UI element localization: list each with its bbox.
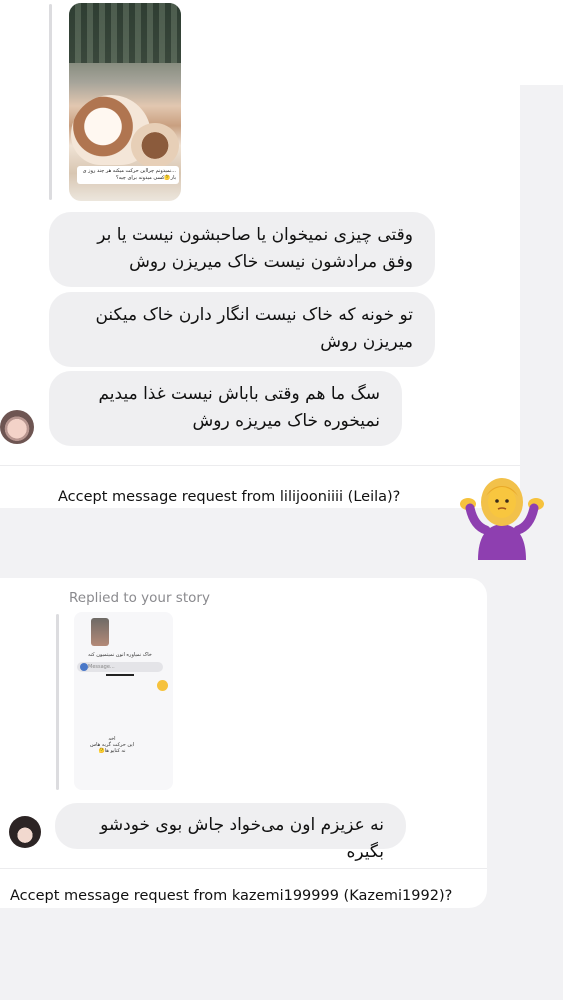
message-bubble[interactable]: سگ ما هم وقتی باباش نیست غذا میدیم نمیخو… <box>49 371 402 446</box>
story-reply-line <box>56 614 59 790</box>
replied-to-story-label: Replied to your story <box>69 590 210 606</box>
message-request-prompt[interactable]: Accept message request from lilijooniiii… <box>58 489 400 505</box>
message-bubble[interactable]: وقتی چیزی نمیخوان یا صاحبشون نیست یا بر … <box>49 212 435 287</box>
story-thumbnail[interactable]: ...نمیدونم چرااین حرکت میکنه هر چند روز … <box>69 3 181 201</box>
story-curtain-image <box>69 3 181 63</box>
message-request-prompt[interactable]: Accept message request from kazemi199999… <box>10 888 452 904</box>
story-mini-emoji <box>157 680 168 691</box>
message-bubble[interactable]: نه عزیزم اون می‌خواد جاش بوی خودشو بگیره <box>55 803 406 862</box>
story-mini-divider <box>106 674 134 676</box>
message-bubble[interactable]: تو خونه که خاک نیست انگار دارن خاک میکنن… <box>49 292 435 367</box>
divider <box>0 465 520 466</box>
divider <box>0 868 487 869</box>
story-mini-text: نه کنایو ها🤔 <box>98 748 126 754</box>
story-caption: ...نمیدونم چرااین حرکت میکنه هر چند روز … <box>77 166 179 184</box>
avatar[interactable] <box>0 410 34 444</box>
story-thumbnail[interactable]: خاک نمیاوره انون نمیتمیون کنه Message...… <box>74 612 173 790</box>
person-shrugging-emoji <box>460 478 544 560</box>
avatar[interactable] <box>9 816 41 848</box>
story-reply-line <box>49 4 52 200</box>
story-mini-image <box>91 618 109 646</box>
story-dog-image-2 <box>131 123 179 168</box>
story-mini-placeholder: Message... <box>88 664 115 670</box>
story-mini-avatar <box>80 663 88 671</box>
story-mini-text: خاک نمیاوره انون نمیتمیون کنه <box>88 652 152 658</box>
